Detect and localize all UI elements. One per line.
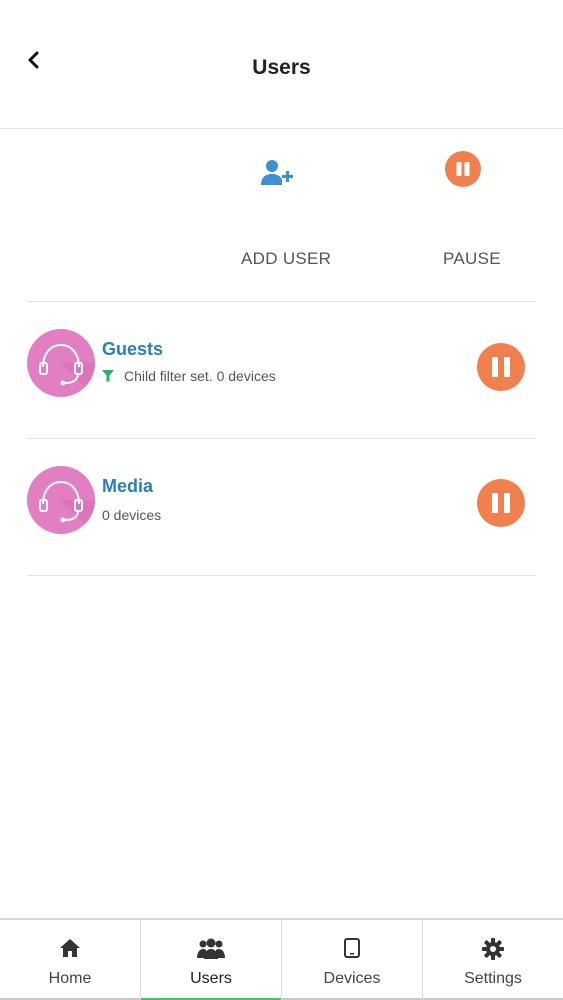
user-subtitle: Child filter set. 0 devices [102, 368, 276, 384]
headset-icon [39, 343, 95, 397]
pause-all-button[interactable]: PAUSE [408, 129, 536, 301]
tab-settings-label: Settings [464, 970, 522, 987]
tab-home-label: Home [48, 970, 92, 987]
tab-devices[interactable]: Devices [282, 920, 423, 1000]
tab-devices-label: Devices [323, 970, 381, 987]
tab-settings[interactable]: Settings [423, 920, 563, 1000]
bottom-tab-bar: Home Users Devices Settings [0, 918, 563, 1000]
add-user-label: ADD USER [241, 249, 332, 268]
add-user-button[interactable]: ADD USER [216, 129, 356, 301]
gear-icon [482, 938, 504, 960]
tab-users-label: Users [190, 970, 232, 987]
pause-user-button[interactable] [477, 343, 525, 391]
pause-label: PAUSE [443, 249, 501, 268]
filter-icon [102, 370, 114, 382]
user-subtitle-text: Child filter set. 0 devices [124, 368, 276, 384]
user-subtitle-text: 0 devices [102, 507, 162, 523]
avatar [27, 466, 95, 534]
headset-icon [39, 480, 95, 534]
tab-users[interactable]: Users [141, 920, 282, 1000]
user-name: Guests [102, 339, 164, 359]
tab-home[interactable]: Home [0, 920, 141, 1000]
user-subtitle: 0 devices [102, 507, 161, 523]
add-user-icon [261, 160, 293, 185]
actions-bar: ADD USER PAUSE [0, 129, 563, 301]
user-row-guests[interactable]: Guests Child filter set. 0 devices [0, 301, 563, 438]
pause-icon [445, 151, 481, 187]
user-row-media[interactable]: Media 0 devices [0, 438, 563, 575]
home-icon [60, 939, 80, 957]
users-icon [197, 938, 225, 959]
header: Users [0, 0, 563, 129]
pause-user-button[interactable] [477, 479, 525, 527]
divider [27, 575, 536, 576]
user-name: Media [102, 476, 154, 496]
page-title: Users [252, 56, 311, 79]
avatar [27, 329, 95, 397]
tablet-icon [344, 938, 360, 958]
